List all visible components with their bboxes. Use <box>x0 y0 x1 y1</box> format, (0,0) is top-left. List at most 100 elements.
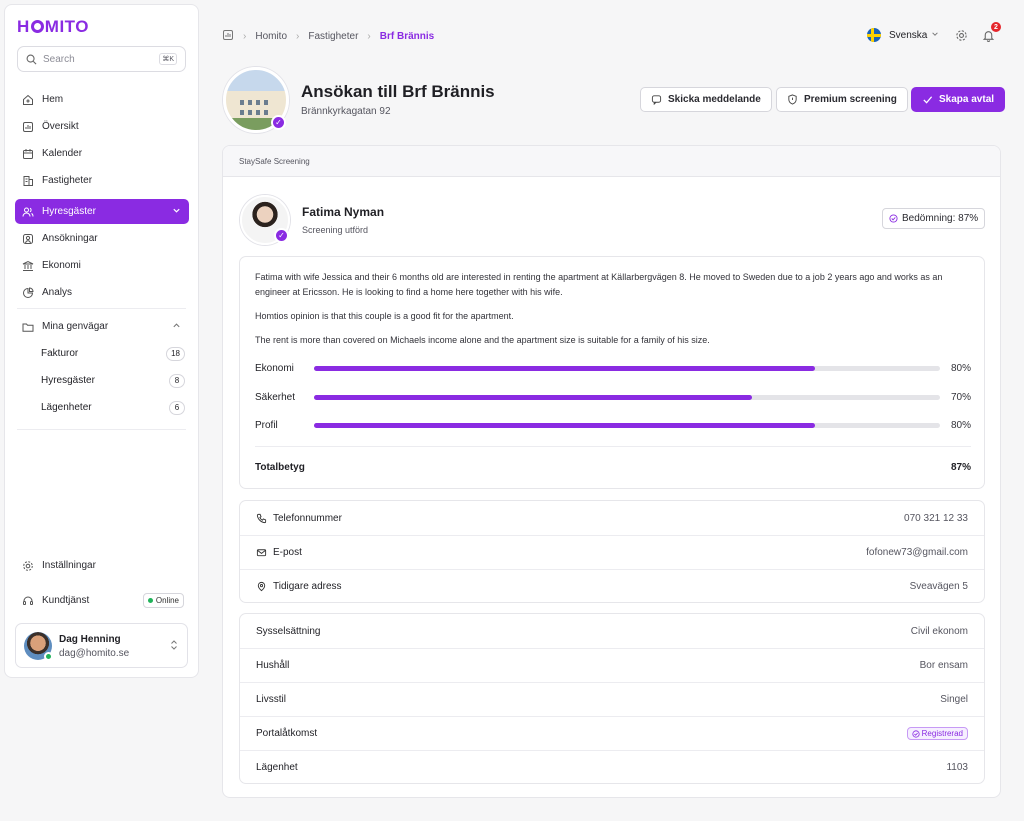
chart-icon <box>21 120 34 133</box>
premium-screening-label: Premium screening <box>804 94 897 105</box>
score-track <box>314 365 940 371</box>
premium-screening-button[interactable]: Premium screening <box>776 87 908 112</box>
total-label: Totalbetyg <box>255 462 305 473</box>
user-square-icon <box>21 232 34 245</box>
registered-label: Registrerad <box>921 729 963 738</box>
shield-icon <box>787 94 798 105</box>
contact-row-address: Tidigare adress Sveavägen 5 <box>240 569 984 603</box>
sidebar-item-oversikt[interactable]: Översikt <box>15 114 189 139</box>
sidebar-item-label: Hem <box>42 94 64 105</box>
create-contract-button[interactable]: Skapa avtal <box>911 87 1006 112</box>
bank-icon <box>21 259 34 272</box>
user-card[interactable]: Dag Henning dag@homito.se <box>15 623 188 668</box>
count-badge: 8 <box>169 373 185 388</box>
contact-label: Telefonnummer <box>273 512 342 524</box>
sidebar-item-label: Ansökningar <box>42 233 98 244</box>
building-icon <box>21 174 34 187</box>
score-fill <box>314 422 815 428</box>
user-name: Dag Henning <box>59 634 121 645</box>
contact-label: E-post <box>273 547 302 558</box>
sidebar-item-label: Översikt <box>42 121 79 132</box>
sidebar-item-label: Kalender <box>42 148 83 159</box>
status-dot <box>147 598 153 603</box>
score-row-profil: Profil 80% <box>255 418 971 432</box>
location-icon <box>256 581 267 592</box>
score-track <box>314 422 940 428</box>
sidebar-item-hem[interactable]: Hem <box>15 87 189 112</box>
check-icon <box>922 94 933 105</box>
search-input[interactable]: Search <box>43 54 159 65</box>
sidebar-item-fastigheter[interactable]: Fastigheter <box>15 168 189 193</box>
language-label: Svenska <box>889 29 928 41</box>
sidebar-item-ansokningar[interactable]: Ansökningar <box>15 226 189 251</box>
sidebar-item-label: Fastigheter <box>42 175 93 186</box>
breadcrumb-current[interactable]: Brf Brännis <box>380 31 434 42</box>
send-message-label: Skicka meddelande <box>668 94 761 105</box>
contact-row-email: E-post fofonew73@gmail.com <box>240 535 984 569</box>
home-icon <box>21 93 34 106</box>
score-value: 80% <box>950 419 971 431</box>
users-icon <box>21 205 34 218</box>
chevron-right-icon: › <box>243 31 247 42</box>
sidebar-toggle-icon[interactable] <box>222 29 234 44</box>
breadcrumb-homito[interactable]: Homito <box>255 31 287 42</box>
sidebar-item-ekonomi[interactable]: Ekonomi <box>15 253 189 278</box>
shortcut-item-hyresgaster[interactable]: Hyresgäster 8 <box>41 368 188 393</box>
detail-label: Sysselsättning <box>256 625 321 637</box>
chevron-down-icon[interactable] <box>172 206 181 218</box>
detail-row: Lägenhet 1103 <box>240 750 984 784</box>
score-value: 80% <box>950 362 971 374</box>
breadcrumb-fastigheter[interactable]: Fastigheter <box>308 31 358 42</box>
detail-label: Livsstil <box>256 694 287 705</box>
shortcuts-toggle[interactable]: Mina genvägar <box>15 314 189 339</box>
search-icon <box>26 54 37 64</box>
score-fill <box>314 394 753 400</box>
homito-logo[interactable]: H MITO <box>17 17 89 37</box>
count-badge: 18 <box>166 346 185 361</box>
divider <box>17 308 186 309</box>
page-title: Ansökan till Brf Brännis <box>301 82 495 101</box>
sweden-flag-icon <box>867 28 881 42</box>
sidebar-item-hyresgaster[interactable]: Hyresgäster <box>15 199 189 224</box>
sidebar-item-analys[interactable]: Analys <box>15 280 189 305</box>
score-row-sakerhet: Säkerhet 70% <box>255 390 971 404</box>
details-box: Sysselsättning Civil ekonom Hushåll Bor … <box>239 613 985 784</box>
chevron-down-icon <box>931 30 939 41</box>
detail-row: Hushåll Bor ensam <box>240 648 984 682</box>
score-value: 70% <box>950 391 971 403</box>
score-label: Profil <box>255 419 278 431</box>
detail-row: Portalåtkomst Registrerad <box>240 716 984 750</box>
sidebar-item-installningar[interactable]: Inställningar <box>15 553 189 578</box>
send-message-button[interactable]: Skicka meddelande <box>640 87 772 112</box>
description-paragraph: Homtios opinion is that this couple is a… <box>255 311 514 321</box>
chevron-up-down-icon[interactable] <box>170 640 178 652</box>
phone-value[interactable]: 070 321 12 33 <box>904 513 968 524</box>
language-selector[interactable]: Svenska <box>867 28 939 42</box>
screening-status: Screening utförd <box>302 225 369 235</box>
sidebar-item-kalender[interactable]: Kalender <box>15 141 189 166</box>
count-badge: 6 <box>169 400 185 415</box>
online-dot <box>44 652 53 661</box>
contact-label: Tidigare adress <box>273 581 342 592</box>
gear-icon <box>21 559 34 572</box>
rating-label: Bedömning: 87% <box>902 213 979 224</box>
property-address: Brännkyrkagatan 92 <box>301 106 391 117</box>
email-value[interactable]: fofonew73@gmail.com <box>866 547 968 558</box>
folder-icon <box>21 320 34 333</box>
search-box[interactable]: Search ⌘K <box>17 46 186 72</box>
shortcut-item-fakturor[interactable]: Fakturor 18 <box>41 341 188 366</box>
sidebar-item-label: Analys <box>42 287 73 298</box>
shortcut-item-lagenheter[interactable]: Lägenheter 6 <box>41 395 188 420</box>
create-contract-label: Skapa avtal <box>939 94 995 105</box>
gear-icon[interactable] <box>954 28 968 42</box>
search-shortcut: ⌘K <box>159 53 177 65</box>
assessment-box: Fatima with wife Jessica and their 6 mon… <box>239 256 985 489</box>
verified-check-icon: ✓ <box>274 228 289 243</box>
mail-icon <box>256 547 267 558</box>
applicant-name: Fatima Nyman <box>302 205 385 219</box>
chevron-up-icon[interactable] <box>172 321 181 333</box>
detail-value: Bor ensam <box>919 660 968 671</box>
sidebar-item-label: Hyresgäster <box>42 206 96 217</box>
shortcut-label: Hyresgäster <box>41 375 95 386</box>
score-label: Säkerhet <box>255 391 296 403</box>
